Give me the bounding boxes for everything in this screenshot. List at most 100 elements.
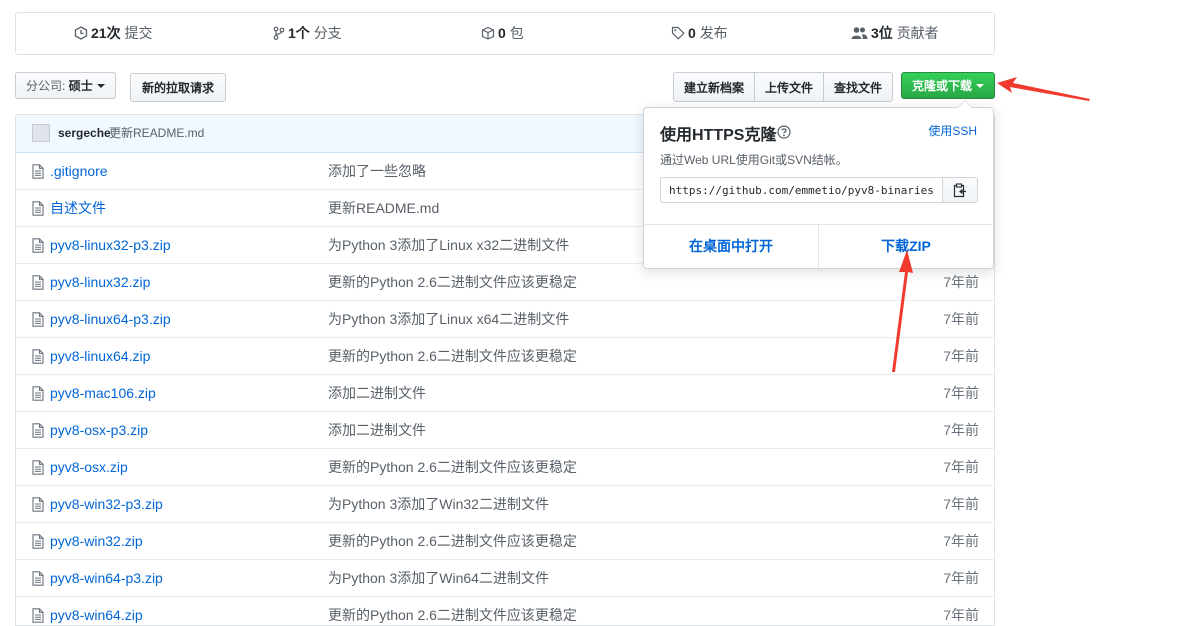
copy-url-button[interactable] — [942, 177, 978, 203]
file-commit-message[interactable]: 为Python 3添加了Win32二进制文件 — [328, 486, 549, 522]
file-commit-message[interactable]: 添加二进制文件 — [328, 375, 426, 411]
file-name-link[interactable]: .gitignore — [50, 153, 108, 189]
file-icon — [32, 571, 44, 586]
file-commit-message[interactable]: 更新的Python 2.6二进制文件应该更稳定 — [328, 264, 577, 300]
avatar[interactable] — [32, 124, 50, 142]
download-zip-button[interactable]: 下载ZIP — [819, 225, 993, 268]
file-age: 7年前 — [943, 496, 979, 512]
branch-value: 硕士 — [68, 79, 93, 93]
file-name-link[interactable]: pyv8-win32.zip — [50, 523, 143, 559]
file-commit-message[interactable]: 更新的Python 2.6二进制文件应该更稳定 — [328, 338, 577, 374]
file-actions-group: 建立新档案 上传文件 查找文件 — [673, 72, 894, 102]
branches-count: 1个 — [288, 25, 310, 41]
table-row: pyv8-win64-p3.zip 为Python 3添加了Win64二进制文件 7… — [16, 559, 994, 596]
tag-icon — [671, 26, 685, 40]
package-icon — [481, 26, 495, 40]
annotation-arrow-clone — [997, 77, 1090, 101]
table-row: pyv8-osx-p3.zip 添加二进制文件 7年前 — [16, 411, 994, 448]
file-icon — [32, 608, 44, 623]
branch-select-button[interactable]: 分公司: 硕士 — [15, 72, 116, 99]
file-name-link[interactable]: pyv8-linux32.zip — [50, 264, 150, 300]
table-row: pyv8-win32-p3.zip 为Python 3添加了Win32二进制文件 7… — [16, 485, 994, 522]
file-name-link[interactable]: pyv8-win64.zip — [50, 597, 143, 625]
file-icon — [32, 238, 44, 253]
new-pull-request-button[interactable]: 新的拉取请求 — [130, 73, 227, 102]
branch-icon — [273, 26, 285, 40]
file-icon — [32, 312, 44, 327]
file-name-link[interactable]: pyv8-linux64.zip — [50, 338, 150, 374]
clipboard-icon — [953, 183, 966, 198]
file-icon — [32, 386, 44, 401]
releases-label: 发布 — [699, 25, 728, 41]
file-age: 7年前 — [943, 422, 979, 438]
file-commit-message[interactable]: 更新的Python 2.6二进制文件应该更稳定 — [328, 449, 577, 485]
find-file-button[interactable]: 查找文件 — [823, 72, 894, 102]
commits-count: 21次 — [91, 25, 121, 41]
file-commit-message[interactable]: 更新的Python 2.6二进制文件应该更稳定 — [328, 597, 577, 625]
file-age: 7年前 — [943, 607, 979, 623]
contributors-label: 贡献者 — [896, 25, 939, 41]
commits-label: 提交 — [124, 25, 153, 41]
file-name-link[interactable]: pyv8-win64-p3.zip — [50, 560, 163, 596]
clone-url-input[interactable] — [660, 177, 943, 203]
file-name-link[interactable]: 自述文件 — [50, 190, 106, 226]
file-commit-message[interactable]: 添加二进制文件 — [328, 412, 426, 448]
branches-link[interactable]: 1个 分支 — [273, 13, 342, 54]
file-age: 7年前 — [943, 570, 979, 586]
history-icon — [74, 26, 88, 40]
releases-count: 0 — [688, 25, 696, 41]
file-age: 7年前 — [943, 533, 979, 549]
file-name-link[interactable]: pyv8-linux32-p3.zip — [50, 227, 171, 263]
clone-description: 通过Web URL使用Git或SVN结帐。 — [660, 153, 848, 167]
file-commit-message[interactable]: 更新README.md — [328, 190, 439, 226]
file-commit-message[interactable]: 添加了一些忽略 — [328, 153, 426, 189]
contributors-count: 3位 — [871, 25, 893, 41]
packages-link[interactable]: 0 包 — [481, 13, 524, 54]
file-icon — [32, 423, 44, 438]
caret-down-icon — [976, 84, 985, 88]
file-name-link[interactable]: pyv8-osx.zip — [50, 449, 128, 485]
clone-actions: 在桌面中打开 下载ZIP — [644, 224, 993, 268]
file-age: 7年前 — [943, 274, 979, 290]
clone-title: 使用HTTPS克隆 — [660, 127, 777, 144]
packages-label: 包 — [509, 25, 524, 41]
people-icon — [851, 27, 868, 39]
clone-download-button[interactable]: 克隆或下载 — [901, 72, 996, 99]
file-name-link[interactable]: pyv8-mac106.zip — [50, 375, 156, 411]
table-row: pyv8-win32.zip 更新的Python 2.6二进制文件应该更稳定 7年前 — [16, 522, 994, 559]
create-file-button[interactable]: 建立新档案 — [673, 72, 756, 102]
use-ssh-link[interactable]: 使用SSH — [928, 122, 977, 139]
file-commit-message[interactable]: 为Python 3添加了Win64二进制文件 — [328, 560, 549, 596]
file-name-link[interactable]: pyv8-osx-p3.zip — [50, 412, 148, 448]
file-icon — [32, 497, 44, 512]
table-row: pyv8-linux64.zip 更新的Python 2.6二进制文件应该更稳定 7… — [16, 337, 994, 374]
file-icon — [32, 164, 44, 179]
clone-dropdown: 使用HTTPS克隆 使用SSH 通过Web URL使用Git或SVN结帐。 在桌… — [643, 100, 994, 269]
packages-count: 0 — [498, 25, 506, 41]
file-icon — [32, 349, 44, 364]
clone-download-label: 克隆或下载 — [912, 79, 973, 93]
file-age: 7年前 — [943, 348, 979, 364]
file-commit-message[interactable]: 为Python 3添加了Linux x32二进制文件 — [328, 227, 569, 263]
branches-label: 分支 — [313, 25, 342, 41]
open-desktop-button[interactable]: 在桌面中打开 — [644, 225, 819, 268]
file-commit-message[interactable]: 更新的Python 2.6二进制文件应该更稳定 — [328, 523, 577, 559]
file-name-link[interactable]: pyv8-linux64-p3.zip — [50, 301, 171, 337]
table-row: pyv8-linux64-p3.zip 为Python 3添加了Linux x64… — [16, 300, 994, 337]
file-commit-message[interactable]: 为Python 3添加了Linux x64二进制文件 — [328, 301, 569, 337]
upload-files-button[interactable]: 上传文件 — [754, 72, 825, 102]
file-icon — [32, 201, 44, 216]
commits-link[interactable]: 21次 提交 — [74, 13, 152, 54]
file-name-link[interactable]: pyv8-win32-p3.zip — [50, 486, 163, 522]
repo-summary-bar: 21次 提交 1个 分支 0 包 0 发布 3位 贡献者 — [15, 12, 995, 55]
commit-message[interactable]: 更新README.md — [109, 115, 204, 152]
table-row: pyv8-win64.zip 更新的Python 2.6二进制文件应该更稳定 7年前 — [16, 596, 994, 625]
question-icon[interactable] — [777, 125, 791, 139]
commit-author[interactable]: sergeche — [58, 115, 111, 152]
branch-label: 分公司: — [26, 79, 66, 93]
table-row: pyv8-osx.zip 更新的Python 2.6二进制文件应该更稳定 7年前 — [16, 448, 994, 485]
releases-link[interactable]: 0 发布 — [671, 13, 728, 54]
file-icon — [32, 534, 44, 549]
contributors-link[interactable]: 3位 贡献者 — [851, 13, 939, 54]
file-age: 7年前 — [943, 311, 979, 327]
